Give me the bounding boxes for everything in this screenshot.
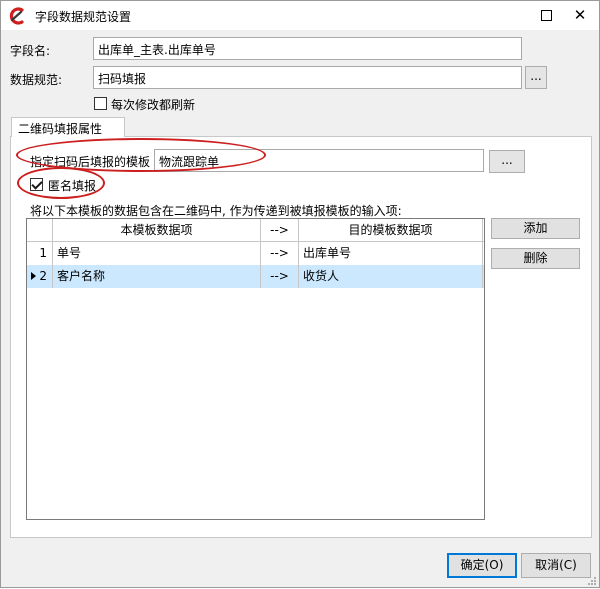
- cancel-button[interactable]: 取消(C): [521, 553, 591, 578]
- template-input[interactable]: 物流跟踪单: [154, 149, 484, 172]
- anonymous-checkbox[interactable]: [30, 178, 43, 191]
- column-header-source[interactable]: 本模板数据项: [53, 219, 261, 241]
- window-title: 字段数据规范设置: [35, 10, 132, 24]
- current-row-icon: [31, 272, 36, 280]
- table-row[interactable]: 1 单号 --> 出库单号: [27, 242, 484, 265]
- field-name-input[interactable]: 出库单_主表.出库单号: [93, 37, 522, 60]
- row-index[interactable]: 1: [27, 242, 53, 265]
- column-header-target[interactable]: 目的模板数据项: [299, 219, 483, 241]
- refresh-checkbox[interactable]: [94, 97, 107, 110]
- title-bar: 字段数据规范设置 ✕: [1, 1, 599, 30]
- delete-button[interactable]: 删除: [491, 248, 580, 269]
- add-button[interactable]: 添加: [491, 218, 580, 239]
- cell-arrow: -->: [261, 265, 299, 288]
- row-index[interactable]: 2: [27, 265, 53, 288]
- column-header-arrow[interactable]: -->: [261, 219, 299, 241]
- app-logo-icon: [7, 6, 27, 26]
- field-name-label: 字段名:: [10, 44, 51, 58]
- maximize-icon[interactable]: [531, 1, 561, 30]
- row-index-label: 2: [39, 269, 47, 283]
- data-spec-label: 数据规范:: [10, 73, 63, 87]
- grid-description: 将以下本模板的数据包含在二维码中, 作为传递到被填报模板的输入项:: [30, 204, 402, 218]
- tab-qr-properties[interactable]: 二维码填报属性: [11, 117, 125, 137]
- cell-target[interactable]: 收货人: [299, 265, 483, 288]
- cell-source[interactable]: 客户名称: [53, 265, 261, 288]
- grid-header: 本模板数据项 --> 目的模板数据项: [27, 219, 484, 242]
- row-header-corner: [27, 219, 53, 241]
- data-mapping-grid[interactable]: 本模板数据项 --> 目的模板数据项 1 单号 --> 出库单号 2 客户名称 …: [26, 218, 485, 520]
- data-spec-input[interactable]: 扫码填报: [93, 66, 522, 89]
- refresh-label: 每次修改都刷新: [111, 98, 196, 112]
- table-row[interactable]: 2 客户名称 --> 收货人: [27, 265, 484, 288]
- cell-arrow: -->: [261, 242, 299, 265]
- cell-target[interactable]: 出库单号: [299, 242, 483, 265]
- close-icon[interactable]: ✕: [565, 3, 595, 28]
- template-browse-button[interactable]: ...: [489, 150, 525, 173]
- dialog-window: 字段数据规范设置 ✕ 字段名: 出库单_主表.出库单号 数据规范: 扫码填报 .…: [0, 0, 600, 588]
- anonymous-label: 匿名填报: [48, 179, 97, 193]
- resize-grip-icon[interactable]: [587, 575, 597, 585]
- ok-button[interactable]: 确定(O): [447, 553, 517, 578]
- data-spec-browse-button[interactable]: ...: [525, 66, 547, 89]
- template-label: 指定扫码后填报的模板: [30, 155, 151, 169]
- cell-source[interactable]: 单号: [53, 242, 261, 265]
